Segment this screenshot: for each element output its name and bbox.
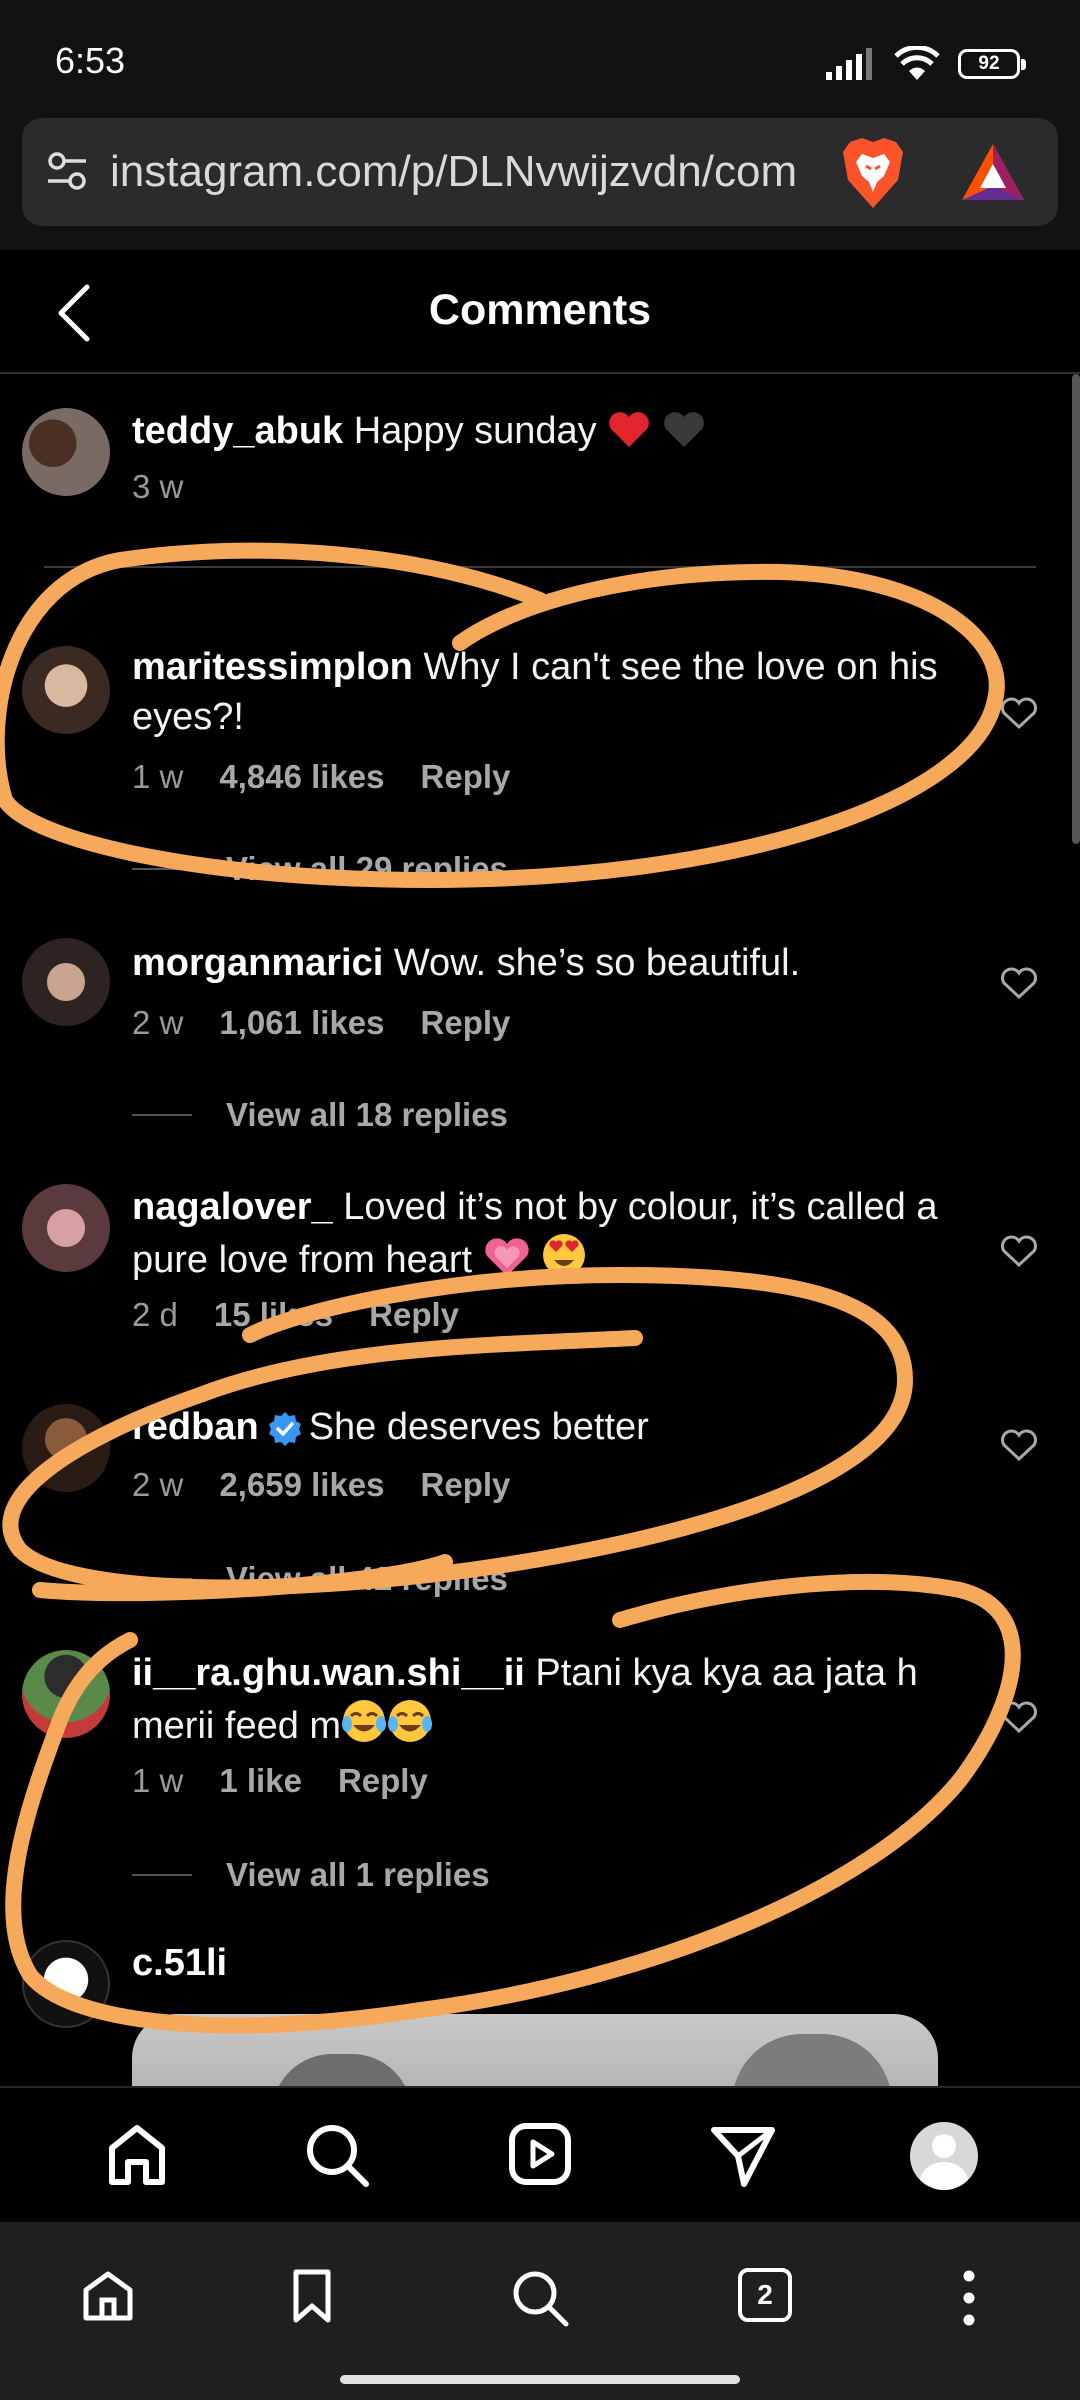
home-icon[interactable] [104,2122,170,2188]
growing-heart-emoji-icon [484,1238,529,1276]
status-icons: 92 [826,44,1026,84]
red-heart-emoji-icon [609,412,650,447]
status-time: 6:53 [55,40,126,81]
avatar[interactable] [22,1940,110,2028]
page-title: Comments [428,286,652,334]
avatar[interactable] [22,646,110,734]
verified-badge-icon [268,1411,301,1446]
avatar[interactable] [22,1404,110,1492]
divider [44,566,1036,568]
like-heart-icon[interactable] [1000,966,1038,1000]
battery-level: 92 [978,53,1000,74]
brave-rewards-icon[interactable] [960,142,1026,202]
view-replies-link[interactable]: View all 29 replies [132,850,508,888]
brave-shields-icon[interactable] [840,136,906,210]
view-replies-link[interactable]: View all 18 replies [132,1096,508,1134]
comment-likes[interactable]: 1,061 likes [219,1004,384,1042]
comment-time: 2 w [132,1004,184,1041]
browser-bottom-bar: 2 [0,2222,1080,2400]
view-replies-link[interactable]: View all 1 replies [132,1856,490,1894]
site-settings-icon[interactable] [46,150,88,192]
browser-toolbar: instagram.com/p/DLNvwijzvdn/com [0,118,1080,250]
comment-username[interactable]: nagalover_ [132,1186,333,1228]
wifi-icon [894,46,940,80]
profile-avatar[interactable] [910,2122,978,2190]
comment-time: 3 w [132,468,184,505]
comments-header: Comments [0,250,1080,374]
bookmark-icon[interactable] [290,2268,334,2324]
more-menu-icon[interactable] [954,2268,984,2328]
comment-username[interactable]: redban [132,1406,259,1448]
black-heart-emoji-icon [663,412,704,447]
signal-icon [826,48,872,80]
status-bar: 6:53 92 [0,0,1080,118]
reply-button[interactable]: Reply [338,1762,428,1800]
comment-text: Happy sunday [353,410,597,452]
reply-button[interactable]: Reply [369,1296,459,1334]
scrollbar[interactable] [1072,374,1080,844]
browser-home-icon[interactable] [80,2268,136,2324]
comment-likes[interactable]: 1 like [219,1762,302,1800]
browser-search-icon[interactable] [510,2268,570,2328]
comment-time: 1 w [132,758,184,795]
avatar[interactable] [22,1650,110,1738]
reply-button[interactable]: Reply [421,758,511,796]
comment-text: Wow. she’s so beautiful. [393,942,801,984]
comment-text: She deserves better [308,1406,649,1448]
comment-username[interactable]: morganmarici [132,942,383,984]
comment-likes[interactable]: 2,659 likes [219,1466,384,1504]
avatar[interactable] [22,408,110,496]
like-heart-icon[interactable] [1000,1700,1038,1734]
comment-time: 1 w [132,1762,184,1799]
avatar[interactable] [22,938,110,1026]
url-text[interactable]: instagram.com/p/DLNvwijzvdn/com [110,144,835,200]
comment-time: 2 w [132,1466,184,1503]
like-heart-icon[interactable] [1000,696,1038,730]
like-heart-icon[interactable] [1000,1234,1038,1268]
reels-icon[interactable] [508,2122,572,2186]
tears-of-joy-emoji-icon [388,1700,433,1742]
reply-button[interactable]: Reply [421,1466,511,1504]
comment-username[interactable]: teddy_abuk [132,410,343,452]
view-replies-link[interactable]: View all 42 replies [132,1560,508,1598]
heart-eyes-emoji-icon [543,1234,586,1276]
address-bar[interactable]: instagram.com/p/DLNvwijzvdn/com [22,118,1058,226]
gesture-home-bar[interactable] [340,2375,740,2384]
instagram-bottom-nav [0,2086,1080,2224]
search-icon[interactable] [304,2122,370,2188]
tabs-button[interactable]: 2 [738,2268,792,2322]
like-heart-icon[interactable] [1000,1428,1038,1462]
avatar[interactable] [22,1184,110,1272]
comment-username[interactable]: ii__ra.ghu.wan.shi__ii [132,1652,525,1694]
direct-message-icon[interactable] [710,2122,776,2188]
comment-likes[interactable]: 15 likes [214,1296,333,1334]
tabs-count: 2 [757,2279,773,2310]
reply-button[interactable]: Reply [421,1004,511,1042]
comment-time: 2 d [132,1296,178,1333]
comment-likes[interactable]: 4,846 likes [219,758,384,796]
comment-username[interactable]: maritessimplon [132,646,413,688]
battery-icon: 92 [958,49,1026,79]
tears-of-joy-emoji-icon [342,1700,387,1742]
comment-username[interactable]: c.51li [132,1942,227,1984]
